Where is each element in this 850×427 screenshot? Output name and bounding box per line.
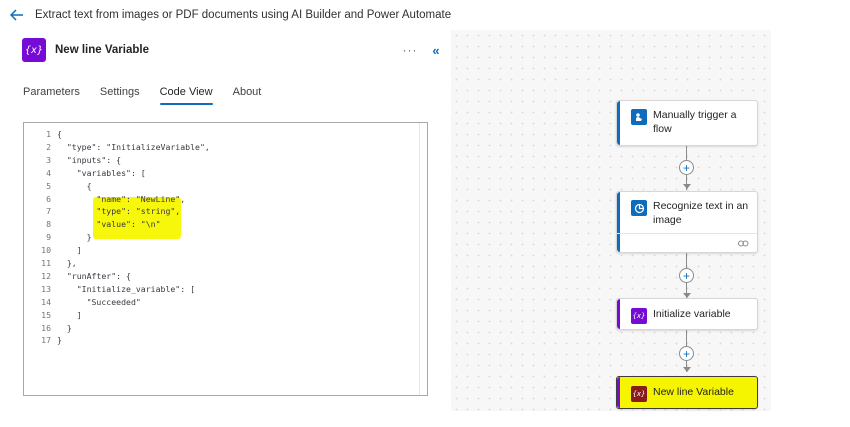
flow-card-initialize-variable[interactable]: {x} Initialize variable	[616, 298, 758, 330]
code-text: "name": "NewLine",	[57, 193, 186, 204]
code-text: {	[57, 180, 92, 191]
code-line: 15 ]	[24, 309, 419, 322]
flow-card-recognize-text[interactable]: Recognize text in an image	[616, 191, 758, 253]
flow-card-manual-trigger[interactable]: Manually trigger a flow	[616, 100, 758, 146]
code-text: {	[57, 129, 62, 139]
flow-title: Extract text from images or PDF document…	[35, 9, 452, 21]
connector-arrow	[683, 367, 691, 372]
link-icon[interactable]	[738, 240, 749, 247]
line-number: 1	[46, 129, 51, 139]
code-text: ]	[57, 309, 82, 320]
code-text: "Initialize_variable": [	[57, 283, 196, 294]
code-text: "type": "InitializeVariable",	[57, 141, 210, 152]
code-editor[interactable]: 1{2 "type": "InitializeVariable", 3 "inpu…	[23, 122, 428, 396]
more-options-button[interactable]: ···	[399, 43, 421, 57]
code-text: }	[57, 322, 72, 333]
variable-icon: {x}	[22, 38, 46, 62]
code-line: 11 },	[24, 257, 419, 270]
line-number: 10	[41, 245, 51, 256]
line-number: 6	[46, 193, 51, 204]
line-number: 12	[41, 270, 51, 281]
code-text: "type": "string",	[57, 206, 181, 217]
code-line: 4 "variables": [	[24, 167, 419, 180]
code-scrollbar[interactable]	[419, 123, 427, 395]
action-details-panel: {x} New line Variable ··· « Parameters S…	[0, 30, 450, 427]
panel-tabs: Parameters Settings Code View About	[23, 86, 281, 105]
line-number: 4	[46, 167, 51, 178]
card-accent-bar	[617, 377, 620, 408]
code-text: ]	[57, 245, 82, 256]
top-bar: Extract text from images or PDF document…	[0, 0, 770, 30]
code-line: 17}	[24, 334, 419, 347]
collapse-panel-button[interactable]: «	[425, 43, 447, 58]
connector-arrow	[683, 184, 691, 189]
add-step-button[interactable]: +	[679, 268, 694, 283]
ai-builder-icon	[631, 200, 647, 216]
tab-about[interactable]: About	[233, 86, 262, 102]
code-text: "Succeeded"	[57, 296, 141, 307]
panel-title[interactable]: New line Variable	[55, 44, 399, 56]
line-number: 7	[46, 206, 51, 217]
card-label: Recognize text in an image	[653, 200, 749, 226]
arrow-left-icon	[10, 9, 23, 21]
code-text: },	[57, 258, 77, 268]
code-line: 3 "inputs": {	[24, 154, 419, 167]
code-text: }	[57, 335, 62, 346]
flow-canvas[interactable]: Manually trigger a flow + Recognize text…	[451, 30, 771, 411]
code-line: 7 "type": "string",	[24, 205, 419, 218]
line-number: 11	[41, 258, 51, 268]
line-number: 14	[41, 296, 51, 307]
code-text: }	[57, 232, 92, 243]
line-number: 17	[41, 335, 51, 346]
code-line: 14 "Succeeded"	[24, 296, 419, 309]
trigger-icon	[631, 109, 647, 125]
add-step-button[interactable]: +	[679, 160, 694, 175]
card-accent-bar	[617, 299, 620, 329]
code-line: 8 "value": "\n"	[24, 218, 419, 231]
add-step-button[interactable]: +	[679, 346, 694, 361]
panel-header: {x} New line Variable ··· «	[22, 37, 447, 63]
code-text: "runAfter": {	[57, 270, 131, 281]
code-line: 6 "name": "NewLine",	[24, 193, 419, 206]
code-line: 2 "type": "InitializeVariable",	[24, 141, 419, 154]
card-accent-bar	[617, 101, 620, 145]
card-footer	[617, 233, 757, 252]
code-text: "inputs": {	[57, 154, 122, 165]
line-number: 5	[46, 180, 51, 191]
code-text: "variables": [	[57, 167, 146, 178]
back-button[interactable]	[0, 0, 34, 30]
card-label: Initialize variable	[653, 308, 731, 320]
line-number: 2	[46, 141, 51, 152]
line-number: 15	[41, 309, 51, 320]
flow-card-new-line-variable[interactable]: {x} New line Variable	[616, 376, 758, 409]
code-line: 1{	[24, 128, 419, 141]
code-line: 9 }	[24, 231, 419, 244]
variable-icon: {x}	[631, 386, 647, 402]
line-number: 3	[46, 154, 51, 165]
line-number: 13	[41, 283, 51, 294]
line-number: 16	[41, 322, 51, 333]
card-label: Manually trigger a flow	[653, 109, 737, 135]
line-number: 8	[46, 219, 51, 230]
tab-code-view[interactable]: Code View	[159, 86, 213, 105]
code-line: 16 }	[24, 322, 419, 335]
line-number: 9	[46, 232, 51, 243]
tab-parameters[interactable]: Parameters	[23, 86, 80, 102]
tab-settings[interactable]: Settings	[100, 86, 140, 102]
code-line: 10 ]	[24, 244, 419, 257]
variable-icon: {x}	[631, 308, 647, 324]
code-line: 13 "Initialize_variable": [	[24, 283, 419, 296]
code-text: "value": "\n"	[57, 219, 161, 230]
card-label: New line Variable	[653, 386, 734, 398]
code-line: 12 "runAfter": {	[24, 270, 419, 283]
code-line: 5 {	[24, 180, 419, 193]
